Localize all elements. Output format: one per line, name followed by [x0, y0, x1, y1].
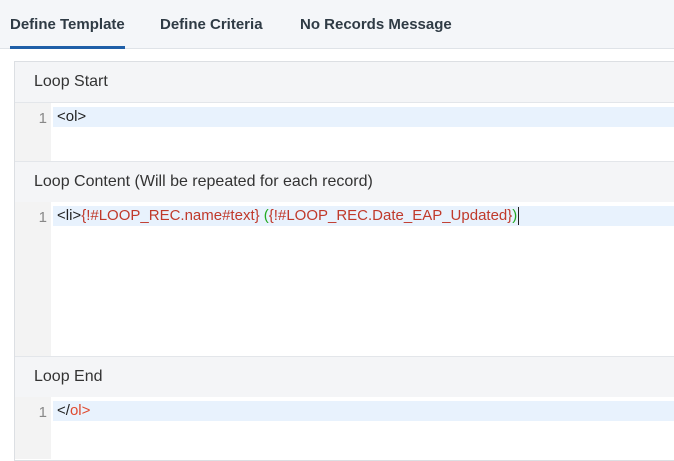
loop-end-code-line[interactable]: </ol>: [53, 401, 674, 421]
loop-content-editor[interactable]: 1 <li>{!#LOOP_REC.name#text} ({!#LOOP_RE…: [15, 202, 674, 356]
tab-define-criteria[interactable]: Define Criteria: [160, 0, 263, 46]
loop-start-header: Loop Start: [15, 62, 674, 103]
tab-define-template[interactable]: Define Template: [10, 0, 125, 49]
loop-end-header: Loop End: [15, 356, 674, 398]
loop-start-gutter: 1: [15, 103, 51, 161]
loop-content-code-line[interactable]: <li>{!#LOOP_REC.name#text} ({!#LOOP_REC.…: [53, 206, 674, 226]
merge-field-name: {!#LOOP_REC.name#text}: [81, 207, 260, 224]
loop-start-editor[interactable]: 1 <ol>: [15, 103, 674, 161]
merge-field-date: {!#LOOP_REC.Date_EAP_Updated}: [268, 207, 513, 224]
loop-end-title: Loop End: [34, 368, 103, 385]
code-tag-close: >: [81, 402, 91, 419]
loop-content-title: Loop Content (Will be repeated for each …: [34, 173, 373, 190]
loop-end-gutter: 1: [15, 397, 51, 459]
code-tag-name: ol: [69, 402, 82, 419]
line-number: 1: [38, 209, 47, 226]
paren-close: ): [512, 207, 518, 224]
loop-start-code-line[interactable]: <ol>: [53, 107, 674, 127]
tab-bar: Define Template Define Criteria No Recor…: [0, 0, 674, 49]
code-tag: <li>: [57, 207, 82, 224]
tab-no-records-message[interactable]: No Records Message: [300, 0, 452, 46]
text-cursor: [518, 207, 520, 226]
loop-content-header: Loop Content (Will be repeated for each …: [15, 161, 674, 203]
loop-content-gutter: 1: [15, 202, 51, 356]
code-tag-open: </: [57, 402, 70, 419]
code-text: <ol>: [57, 108, 87, 125]
template-panel: Loop Start 1 <ol> Loop Content (Will be …: [14, 61, 674, 461]
line-number: 1: [38, 404, 47, 421]
loop-start-title: Loop Start: [34, 73, 108, 90]
line-number: 1: [38, 110, 47, 127]
loop-end-editor[interactable]: 1 </ol>: [15, 397, 674, 459]
